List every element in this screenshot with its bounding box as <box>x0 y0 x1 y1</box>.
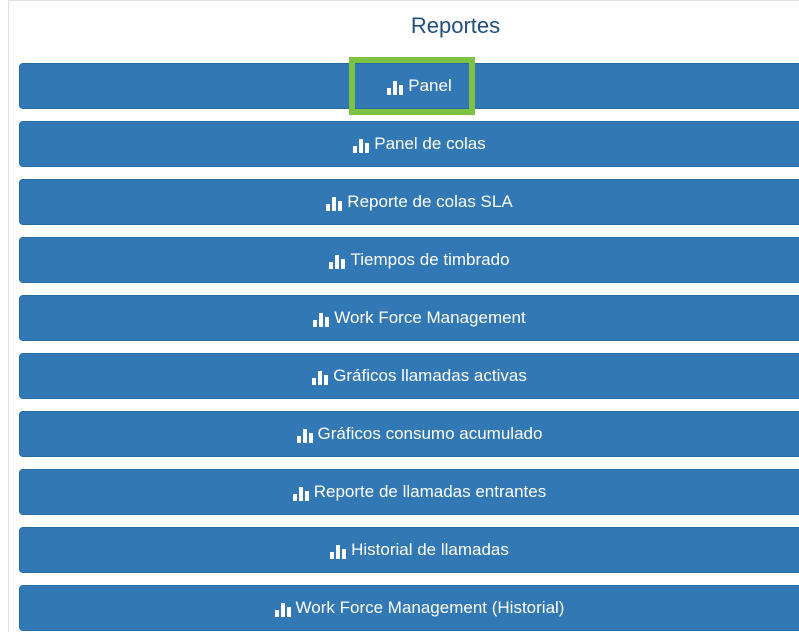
report-button-label: Historial de llamadas <box>351 540 509 559</box>
report-button-panel[interactable]: Panel <box>19 63 799 109</box>
report-button-label: Panel <box>408 76 452 95</box>
bar-chart-icon <box>386 79 404 95</box>
report-button-work-force-management[interactable]: Work Force Management <box>19 295 799 341</box>
page-title: Reportes <box>410 13 501 38</box>
bar-chart-icon <box>329 543 347 559</box>
bar-chart-icon <box>274 601 292 617</box>
report-button-label: Work Force Management (Historial) <box>295 598 565 617</box>
report-button-work-force-management-historial[interactable]: Work Force Management (Historial) <box>19 585 799 631</box>
report-button-label: Reporte de colas SLA <box>347 192 513 211</box>
bar-chart-icon <box>311 369 329 385</box>
bar-chart-icon <box>312 311 330 327</box>
report-button-label: Tiempos de timbrado <box>350 250 510 269</box>
report-button-graficos-consumo-acumulado[interactable]: Gráficos consumo acumulado <box>19 411 799 457</box>
bar-chart-icon <box>352 137 370 153</box>
report-button-label: Work Force Management <box>334 308 526 327</box>
bar-chart-icon <box>296 427 314 443</box>
report-button-label: Reporte de llamadas entrantes <box>313 482 547 501</box>
report-button-label: Gráficos consumo acumulado <box>317 424 543 443</box>
report-button-reporte-de-colas-sla[interactable]: Reporte de colas SLA <box>19 179 799 225</box>
reports-panel: Reportes Panel Panel de colas Reporte de… <box>8 0 799 632</box>
bar-chart-icon <box>292 485 310 501</box>
bar-chart-icon <box>328 253 346 269</box>
report-button-panel-de-colas[interactable]: Panel de colas <box>19 121 799 167</box>
report-button-historial-de-llamadas[interactable]: Historial de llamadas <box>19 527 799 573</box>
bar-chart-icon <box>325 195 343 211</box>
report-button-label: Gráficos llamadas activas <box>333 366 527 385</box>
report-button-tiempos-de-timbrado[interactable]: Tiempos de timbrado <box>19 237 799 283</box>
report-button-label: Panel de colas <box>374 134 486 153</box>
report-button-reporte-de-llamadas-entrantes[interactable]: Reporte de llamadas entrantes <box>19 469 799 515</box>
report-button-graficos-llamadas-activas[interactable]: Gráficos llamadas activas <box>19 353 799 399</box>
